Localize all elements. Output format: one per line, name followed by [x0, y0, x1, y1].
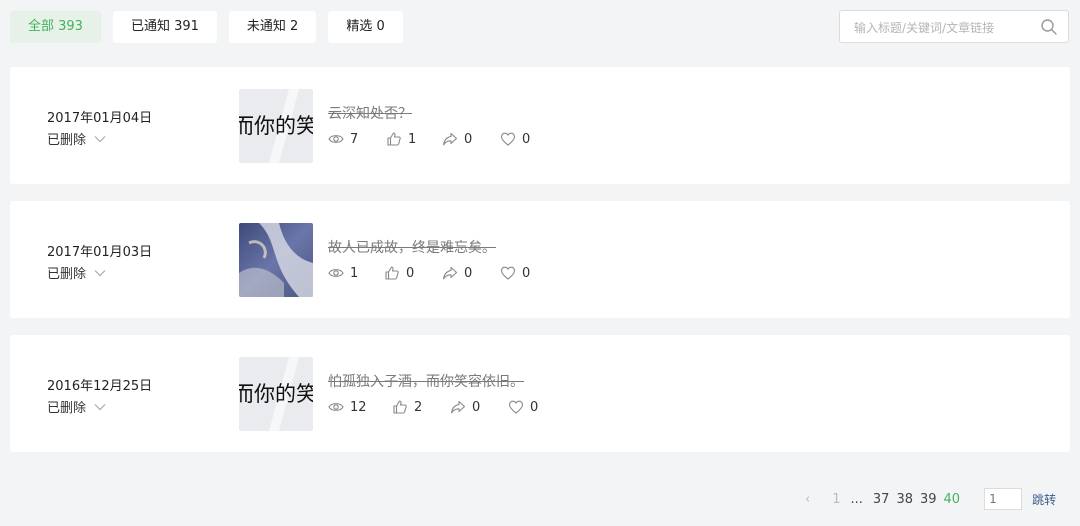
- views-count: 1: [350, 265, 359, 281]
- page-37[interactable]: 37: [873, 492, 890, 507]
- page-ellipsis: ...: [850, 491, 863, 507]
- eye-icon: [328, 269, 344, 277]
- article-stats: 7 1 0 0: [328, 131, 540, 147]
- article-date: 2016年12月25日: [47, 379, 153, 394]
- status-label: 已删除: [47, 401, 87, 416]
- thumbs-up-icon: [385, 266, 399, 280]
- page-first[interactable]: 1: [832, 492, 840, 507]
- page-39[interactable]: 39: [920, 492, 937, 507]
- search-box: [839, 10, 1069, 44]
- favorites-count: 0: [522, 131, 531, 147]
- thumb-text: 而你的笑: [239, 114, 313, 138]
- shares-count: 0: [464, 265, 473, 281]
- likes-stat[interactable]: 1: [386, 131, 442, 147]
- article-thumbnail[interactable]: 而你的笑: [239, 89, 313, 163]
- page-38[interactable]: 38: [896, 492, 913, 507]
- thumb-text: 而你的笑: [239, 382, 313, 406]
- tab-unnotified[interactable]: 未通知 2: [228, 11, 317, 43]
- shares-stat[interactable]: 0: [442, 265, 500, 281]
- views-count: 7: [350, 131, 359, 147]
- page-current[interactable]: 40: [944, 492, 961, 507]
- status-dropdown[interactable]: 已删除: [47, 397, 106, 416]
- article-date: 2017年01月03日: [47, 245, 153, 260]
- heart-icon: [508, 400, 524, 414]
- status-label: 已删除: [47, 267, 87, 282]
- status-label: 已删除: [47, 133, 87, 148]
- shares-stat[interactable]: 0: [442, 131, 500, 147]
- share-icon: [451, 400, 466, 414]
- share-icon: [443, 266, 458, 280]
- shares-count: 0: [472, 399, 481, 415]
- thumbs-up-icon: [387, 132, 401, 146]
- chevron-down-icon: [94, 403, 106, 410]
- favorites-stat[interactable]: 0: [500, 131, 540, 147]
- article-card: 2017年01月03日 已删除 故人已成故，终是难忘矣。 1 0 0 0: [10, 201, 1070, 318]
- article-title[interactable]: 怕孤独入子酒，而你笑容依旧。: [328, 371, 524, 391]
- eye-icon: [328, 135, 344, 143]
- article-stats: 1 0 0 0: [328, 265, 540, 281]
- article-title[interactable]: 故人已成故，终是难忘矣。: [328, 237, 496, 257]
- likes-stat[interactable]: 2: [392, 399, 450, 415]
- share-icon: [443, 132, 458, 146]
- article-title[interactable]: 云深知处否？: [328, 103, 412, 123]
- article-thumbnail[interactable]: 而你的笑: [239, 357, 313, 431]
- shares-stat[interactable]: 0: [450, 399, 508, 415]
- favorites-count: 0: [522, 265, 531, 281]
- chevron-down-icon: [94, 135, 106, 142]
- likes-count: 1: [408, 131, 417, 147]
- favorites-stat[interactable]: 0: [508, 399, 548, 415]
- prev-page-button[interactable]: ‹: [805, 492, 810, 507]
- page-jump-button[interactable]: 跳转: [1032, 491, 1056, 508]
- chevron-down-icon: [94, 269, 106, 276]
- eye-icon: [328, 403, 344, 411]
- views-count: 12: [350, 399, 367, 415]
- thumbs-up-icon: [393, 400, 407, 414]
- tab-featured[interactable]: 精选 0: [328, 11, 403, 43]
- tab-notified[interactable]: 已通知 391: [112, 11, 217, 43]
- article-thumbnail[interactable]: [239, 223, 313, 297]
- search-icon[interactable]: [1040, 18, 1058, 36]
- article-date: 2017年01月04日: [47, 111, 153, 126]
- views-stat: 1: [328, 265, 384, 281]
- search-input[interactable]: [852, 11, 1041, 44]
- status-dropdown[interactable]: 已删除: [47, 129, 106, 148]
- likes-stat[interactable]: 0: [384, 265, 442, 281]
- tab-all[interactable]: 全部 393: [10, 11, 101, 43]
- likes-count: 2: [414, 399, 423, 415]
- favorites-stat[interactable]: 0: [500, 265, 540, 281]
- likes-count: 0: [406, 265, 415, 281]
- article-card: 2016年12月25日 已删除 而你的笑 怕孤独入子酒，而你笑容依旧。 12 2…: [10, 335, 1070, 452]
- heart-icon: [500, 132, 516, 146]
- article-card: 2017年01月04日 已删除 而你的笑 云深知处否？ 7 1 0 0: [10, 67, 1070, 184]
- article-stats: 12 2 0 0: [328, 399, 548, 415]
- status-dropdown[interactable]: 已删除: [47, 263, 106, 282]
- page-jump-input[interactable]: [984, 488, 1023, 510]
- heart-icon: [500, 266, 516, 280]
- pagination: ‹ 1 ... 37 38 39 40 跳转: [805, 488, 1056, 510]
- favorites-count: 0: [530, 399, 539, 415]
- views-stat: 7: [328, 131, 386, 147]
- views-stat: 12: [328, 399, 392, 415]
- filter-tabs: 全部 393 已通知 391 未通知 2 精选 0: [10, 11, 403, 43]
- shares-count: 0: [464, 131, 473, 147]
